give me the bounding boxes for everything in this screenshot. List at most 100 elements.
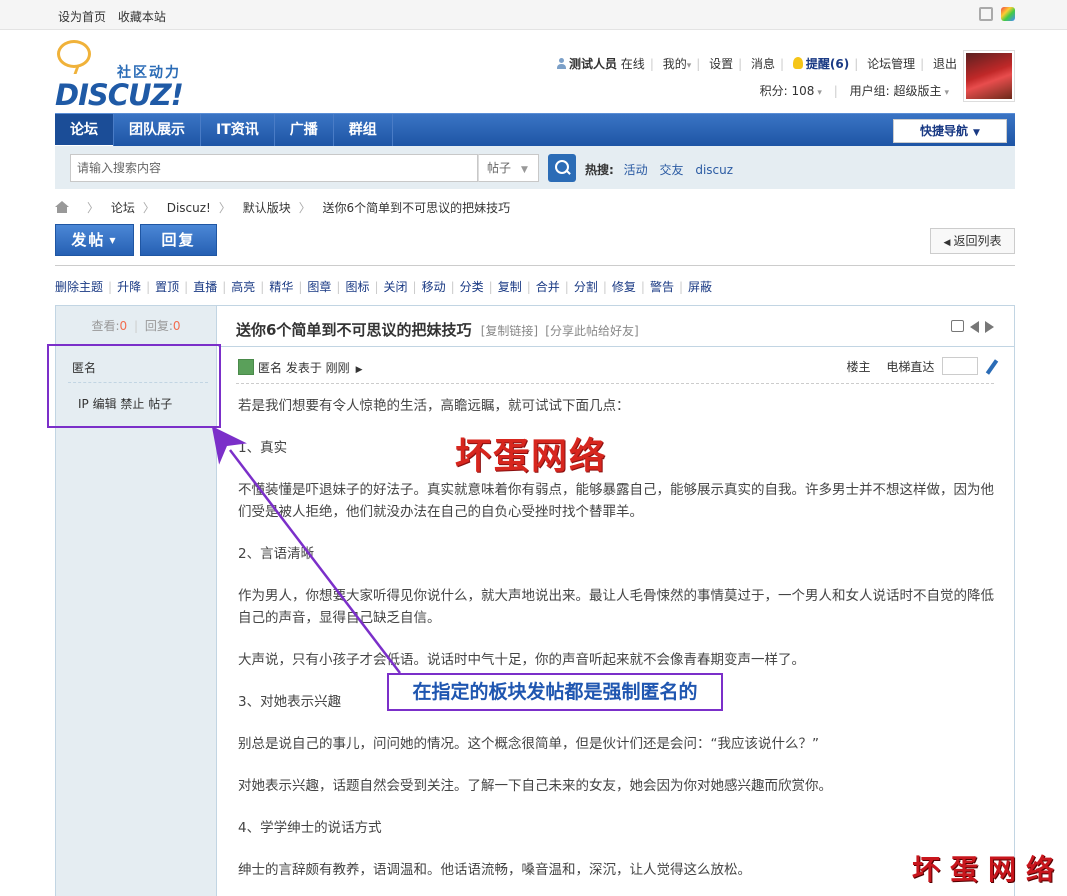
user-bar-secondary: 积分: 108 ▾ | 用户组: 超级版主 ▾ xyxy=(759,84,949,98)
chevron-right-icon: 〉 xyxy=(87,201,100,215)
mod-action[interactable]: 直播 xyxy=(193,280,217,294)
mod-action[interactable]: 高亮 xyxy=(231,280,255,294)
moderator-actions: 删除主题 | 升降 | 置顶 | 直播 | 高亮 | 精华 | 图章 | 图标 | 关闭 | 移动 | 分类 | 复制 | 合并… xyxy=(55,278,712,295)
color-theme-icon[interactable] xyxy=(1001,7,1015,21)
mod-action[interactable]: 置顶 xyxy=(155,280,179,294)
post-paragraph: 4、学学绅士的说话方式 xyxy=(238,820,382,836)
mod-action[interactable]: 删除主题 xyxy=(55,280,103,294)
settings-link[interactable]: 设置 xyxy=(709,57,733,71)
new-post-button[interactable]: 发帖 ▼ xyxy=(55,224,134,256)
nav-item-groups[interactable]: 群组 xyxy=(334,114,393,147)
nav-item-team[interactable]: 团队展示 xyxy=(114,114,201,147)
logout-link[interactable]: 退出 xyxy=(933,57,957,71)
mod-action[interactable]: 图章 xyxy=(307,280,331,294)
breadcrumb-item[interactable]: 论坛 xyxy=(111,201,135,215)
post-paragraph: 绅士的言辞颇有教养，语调温和。他话语流畅，嗓音温和，深沉，让人觉得这么放松。 xyxy=(238,862,751,878)
mod-action[interactable]: 屏蔽 xyxy=(688,280,712,294)
mod-action[interactable]: 警告 xyxy=(650,280,674,294)
hot-search: 热搜: 活动 交友 discuz xyxy=(585,161,741,178)
breadcrumb-item[interactable]: 默认版块 xyxy=(243,201,291,215)
chevron-left-icon: ◀ xyxy=(943,238,951,248)
mod-action[interactable]: 图标 xyxy=(345,280,369,294)
search-input[interactable]: 请输入搜索内容 xyxy=(70,154,478,182)
back-to-list-button[interactable]: ◀ 返回列表 xyxy=(930,228,1015,254)
quick-nav-label: 快捷导航 xyxy=(920,124,969,138)
top-bar: 设为首页 收藏本站 xyxy=(0,0,1067,30)
post-paragraph: 若是我们想要有令人惊艳的生活，高瞻远瞩，就可试试下面几点： xyxy=(238,398,630,414)
online-status[interactable]: 在线 xyxy=(621,57,645,71)
mod-action[interactable]: 复制 xyxy=(498,280,522,294)
separator: | xyxy=(336,280,341,294)
set-home-link[interactable]: 设为首页 xyxy=(58,10,106,24)
go-icon[interactable] xyxy=(985,359,999,375)
bookmark-link[interactable]: 收藏本站 xyxy=(118,10,166,24)
separator: | xyxy=(298,280,303,294)
post-tools xyxy=(951,320,994,333)
reply-button[interactable]: 回复 xyxy=(140,224,217,256)
play-icon[interactable]: ▶ xyxy=(356,365,363,375)
floor-input[interactable] xyxy=(942,357,979,375)
post-paragraph: 不懂装懂是吓退妹子的好法子。真实就意味着你有弱点，能够暴露自己，能够展示真实的自… xyxy=(238,482,994,520)
next-thread-icon[interactable] xyxy=(985,321,994,333)
breadcrumb-item[interactable]: Discuz! xyxy=(167,201,211,215)
mine-menu[interactable]: 我的 xyxy=(663,57,687,71)
chevron-right-icon: 〉 xyxy=(218,201,231,215)
hot-search-label: 热搜: xyxy=(585,163,614,177)
mod-action[interactable]: 修复 xyxy=(612,280,636,294)
separator: | xyxy=(184,280,189,294)
mod-action[interactable]: 分类 xyxy=(460,280,484,294)
forum-manage-link[interactable]: 论坛管理 xyxy=(867,57,915,71)
nav-item-it-news[interactable]: IT资讯 xyxy=(201,114,275,147)
discuz-logo[interactable]: 社区动力 DISCUZ! xyxy=(55,40,195,112)
search-type-label: 帖子 xyxy=(487,161,512,175)
avatar-image xyxy=(966,53,1012,99)
breadcrumb: 〉 论坛〉 Discuz! 〉 默认版块〉 送你6个简单到不可思议的把妹技巧 xyxy=(55,199,510,216)
main-nav: 论坛 团队展示 IT资讯 广播 群组 快捷导航 ▼ xyxy=(55,113,1015,147)
mod-action[interactable]: 精华 xyxy=(269,280,293,294)
prev-thread-icon[interactable] xyxy=(970,321,979,333)
mod-action[interactable]: 关闭 xyxy=(384,280,408,294)
separator: | xyxy=(564,280,569,294)
post-author-line: 匿名 发表于 刚刚 ▶ xyxy=(238,359,363,376)
points-menu[interactable]: 积分: 108 xyxy=(760,84,815,98)
breadcrumb-current[interactable]: 送你6个简单到不可思议的把妹技巧 xyxy=(323,201,511,215)
separator: | xyxy=(526,280,531,294)
hot-term[interactable]: 活动 xyxy=(624,163,648,177)
mod-action[interactable]: 合并 xyxy=(536,280,560,294)
remind-link[interactable]: 提醒(6) xyxy=(806,57,849,71)
username-link[interactable]: 测试人员 xyxy=(569,57,617,71)
messages-link[interactable]: 消息 xyxy=(751,57,775,71)
bulb-icon xyxy=(792,57,803,69)
post-paragraph: 大声说，只有小孩子才会低语。说话时中气十足，你的声音听起来就不会像青春期变声一样… xyxy=(238,652,805,668)
post-title: 送你6个简单到不可思议的把妹技巧 xyxy=(236,321,472,339)
home-icon[interactable] xyxy=(55,201,69,213)
separator: | xyxy=(260,280,265,294)
usergroup-menu[interactable]: 用户组: 超级版主 xyxy=(850,84,942,98)
divider xyxy=(236,383,994,384)
mod-action[interactable]: 移动 xyxy=(422,280,446,294)
mod-action[interactable]: 分割 xyxy=(574,280,598,294)
hot-term[interactable]: 交友 xyxy=(659,163,683,177)
separator: | xyxy=(602,280,607,294)
nav-item-forum[interactable]: 论坛 xyxy=(55,114,114,147)
print-icon[interactable] xyxy=(951,320,964,332)
post-paragraph: 别总是说自己的事儿，问问她的情况。这个概念很简单，但是伙计们还是会问：“我应该说… xyxy=(238,736,819,752)
back-label: 返回列表 xyxy=(953,234,1002,248)
annotation-red-title: 坏蛋网络 xyxy=(455,435,608,477)
annotation-callout: 在指定的板块发帖都是强制匿名的 xyxy=(387,673,723,711)
avatar[interactable] xyxy=(963,50,1015,102)
chevron-down-icon: ▼ xyxy=(109,236,118,245)
quick-nav-button[interactable]: 快捷导航 ▼ xyxy=(893,119,1007,143)
search-button[interactable] xyxy=(548,154,576,182)
share-link[interactable]: [分享此帖给好友] xyxy=(545,324,638,338)
mod-action[interactable]: 升降 xyxy=(117,280,141,294)
nav-item-broadcast[interactable]: 广播 xyxy=(275,114,334,147)
separator: | xyxy=(640,280,645,294)
hot-term[interactable]: discuz xyxy=(695,163,733,177)
copy-link[interactable]: [复制链接] xyxy=(481,324,538,338)
author-avatar-icon xyxy=(238,359,254,375)
chevron-right-icon: 〉 xyxy=(298,201,311,215)
header: 社区动力 DISCUZ! 测试人员 在线 | 我的▾ | 设置 | 消息 | 提醒(6)… xyxy=(55,30,1015,112)
search-type-select[interactable]: 帖子 ▼ xyxy=(478,154,539,182)
fullscreen-icon[interactable] xyxy=(979,7,993,21)
